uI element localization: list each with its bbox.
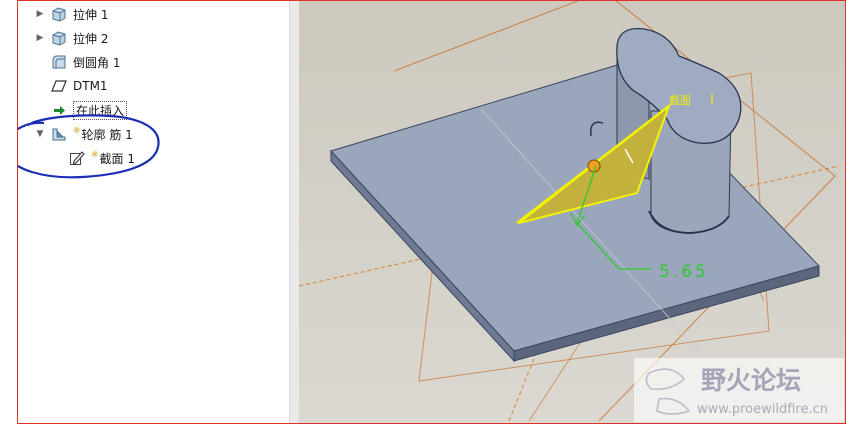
dimension-value[interactable]: 5.65 bbox=[659, 262, 709, 282]
left-gutter bbox=[0, 0, 17, 424]
watermark-url: www.proewildfire.cn bbox=[697, 402, 828, 417]
watermark-title: 野火论坛 bbox=[701, 366, 801, 395]
section-label: 截面 bbox=[669, 93, 691, 107]
model-tree: ▶ 拉伸 1 ▶ 拉伸 2 倒圆角 1 DTM1 在此插入 ▼ ※轮廓 筋 1 … bbox=[18, 1, 296, 423]
graphics-viewport[interactable]: 5.65 截面 野火论坛 www.proewildfire.cn bbox=[299, 1, 845, 423]
watermark: 野火论坛 www.proewildfire.cn bbox=[634, 358, 844, 422]
annotation-circle bbox=[18, 114, 160, 179]
model-3d-view: 5.65 截面 野火论坛 www.proewildfire.cn bbox=[299, 1, 844, 422]
